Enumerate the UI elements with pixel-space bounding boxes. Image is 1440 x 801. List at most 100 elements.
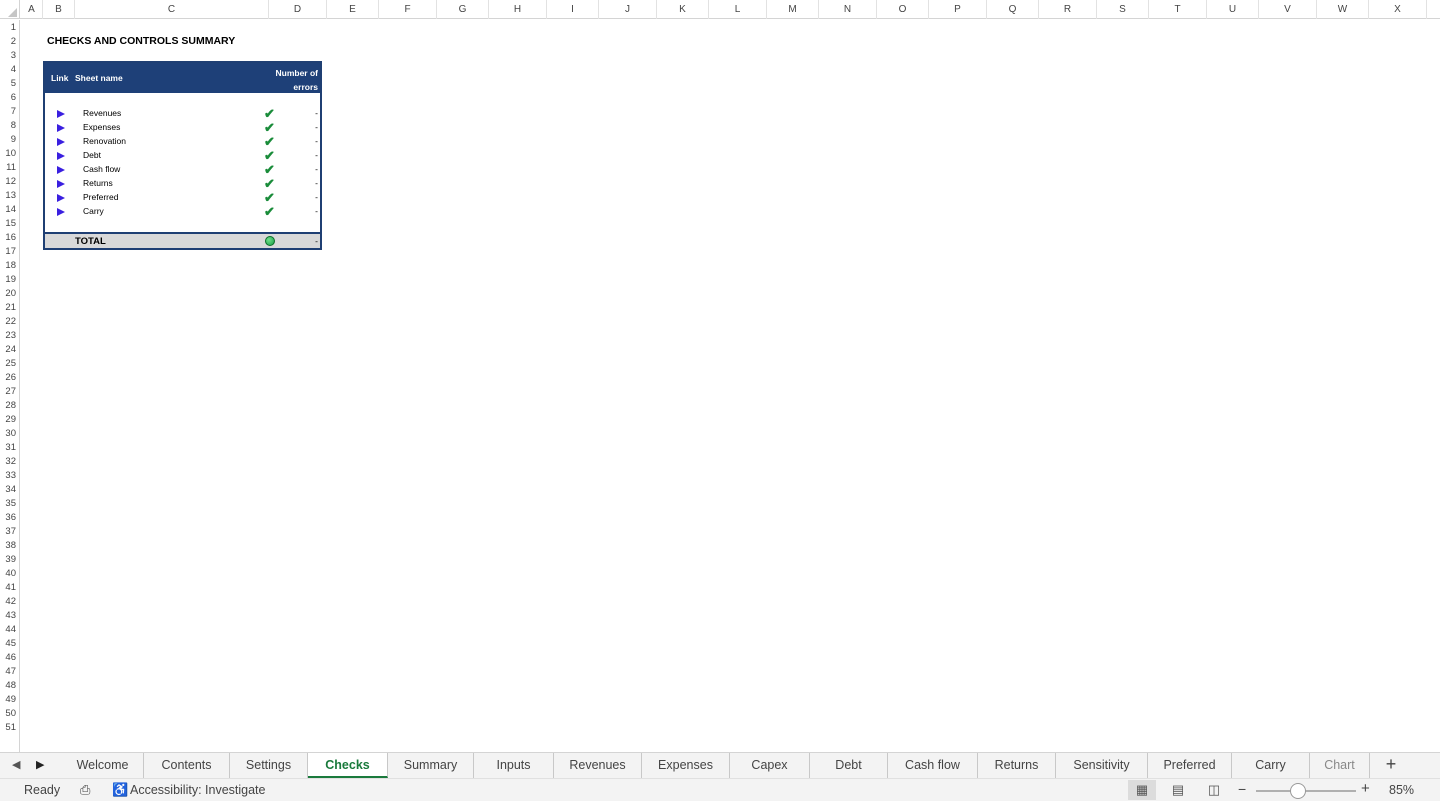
row-header-22[interactable]: 22 xyxy=(0,315,19,329)
row-header-17[interactable]: 17 xyxy=(0,245,19,259)
column-header-o[interactable]: O xyxy=(877,0,929,19)
row-header-1[interactable]: 1 xyxy=(0,21,19,35)
row-header-43[interactable]: 43 xyxy=(0,609,19,623)
row-header-23[interactable]: 23 xyxy=(0,329,19,343)
row-header-13[interactable]: 13 xyxy=(0,189,19,203)
row-header-45[interactable]: 45 xyxy=(0,637,19,651)
row-header-38[interactable]: 38 xyxy=(0,539,19,553)
tab-welcome[interactable]: Welcome xyxy=(62,753,144,778)
column-header-a[interactable]: A xyxy=(21,0,43,19)
tab-preferred[interactable]: Preferred xyxy=(1148,753,1232,778)
row-header-5[interactable]: 5 xyxy=(0,77,19,91)
row-header-18[interactable]: 18 xyxy=(0,259,19,273)
scroll-left-icon[interactable]: ◀ xyxy=(12,758,20,771)
zoom-slider-thumb[interactable] xyxy=(1290,783,1306,799)
row-header-6[interactable]: 6 xyxy=(0,91,19,105)
column-header-b[interactable]: B xyxy=(43,0,75,19)
column-header-i[interactable]: I xyxy=(547,0,599,19)
zoom-out-icon[interactable]: − xyxy=(1238,781,1246,797)
tab-revenues[interactable]: Revenues xyxy=(554,753,642,778)
column-header-q[interactable]: Q xyxy=(987,0,1039,19)
column-header-f[interactable]: F xyxy=(379,0,437,19)
column-header-n[interactable]: N xyxy=(819,0,877,19)
row-header-34[interactable]: 34 xyxy=(0,483,19,497)
column-header-r[interactable]: R xyxy=(1039,0,1097,19)
sheet-grid[interactable]: CHECKS AND CONTROLS SUMMARY Link Sheet n… xyxy=(21,20,1440,752)
column-header-v[interactable]: V xyxy=(1259,0,1317,19)
row-header-30[interactable]: 30 xyxy=(0,427,19,441)
row-header-3[interactable]: 3 xyxy=(0,49,19,63)
row-header-33[interactable]: 33 xyxy=(0,469,19,483)
row-header-51[interactable]: 51 xyxy=(0,721,19,735)
row-header-12[interactable]: 12 xyxy=(0,175,19,189)
tab-inputs[interactable]: Inputs xyxy=(474,753,554,778)
row-header-20[interactable]: 20 xyxy=(0,287,19,301)
row-header-15[interactable]: 15 xyxy=(0,217,19,231)
tab-contents[interactable]: Contents xyxy=(144,753,230,778)
row-header-10[interactable]: 10 xyxy=(0,147,19,161)
tab-capex[interactable]: Capex xyxy=(730,753,810,778)
add-sheet-icon[interactable]: + xyxy=(1381,754,1401,775)
column-header-p[interactable]: P xyxy=(929,0,987,19)
column-header-k[interactable]: K xyxy=(657,0,709,19)
row-header-35[interactable]: 35 xyxy=(0,497,19,511)
column-header-m[interactable]: M xyxy=(767,0,819,19)
column-header-c[interactable]: C xyxy=(75,0,269,19)
link-arrow-icon[interactable] xyxy=(57,166,65,174)
tab-sensitivity[interactable]: Sensitivity xyxy=(1056,753,1148,778)
accessibility-status[interactable]: Accessibility: Investigate xyxy=(130,783,265,797)
row-header-48[interactable]: 48 xyxy=(0,679,19,693)
column-header-e[interactable]: E xyxy=(327,0,379,19)
row-header-27[interactable]: 27 xyxy=(0,385,19,399)
row-header-40[interactable]: 40 xyxy=(0,567,19,581)
row-header-41[interactable]: 41 xyxy=(0,581,19,595)
row-header-16[interactable]: 16 xyxy=(0,231,19,245)
column-header-u[interactable]: U xyxy=(1207,0,1259,19)
tab-debt[interactable]: Debt xyxy=(810,753,888,778)
select-all-corner[interactable] xyxy=(0,0,20,19)
column-header-g[interactable]: G xyxy=(437,0,489,19)
row-header-19[interactable]: 19 xyxy=(0,273,19,287)
column-header-s[interactable]: S xyxy=(1097,0,1149,19)
row-header-39[interactable]: 39 xyxy=(0,553,19,567)
column-header-w[interactable]: W xyxy=(1317,0,1369,19)
column-header-d[interactable]: D xyxy=(269,0,327,19)
link-arrow-icon[interactable] xyxy=(57,194,65,202)
page-break-view-icon[interactable]: ◫ xyxy=(1200,780,1228,800)
row-header-49[interactable]: 49 xyxy=(0,693,19,707)
row-header-47[interactable]: 47 xyxy=(0,665,19,679)
normal-view-icon[interactable]: ▦ xyxy=(1128,780,1156,800)
row-header-21[interactable]: 21 xyxy=(0,301,19,315)
tab-carry[interactable]: Carry xyxy=(1232,753,1310,778)
zoom-slider-track[interactable] xyxy=(1256,790,1356,792)
tab-cash-flow[interactable]: Cash flow xyxy=(888,753,978,778)
row-header-24[interactable]: 24 xyxy=(0,343,19,357)
row-header-29[interactable]: 29 xyxy=(0,413,19,427)
row-header-4[interactable]: 4 xyxy=(0,63,19,77)
row-header-32[interactable]: 32 xyxy=(0,455,19,469)
row-header-50[interactable]: 50 xyxy=(0,707,19,721)
row-header-28[interactable]: 28 xyxy=(0,399,19,413)
row-header-11[interactable]: 11 xyxy=(0,161,19,175)
tab-summary[interactable]: Summary xyxy=(388,753,474,778)
link-arrow-icon[interactable] xyxy=(57,124,65,132)
row-header-9[interactable]: 9 xyxy=(0,133,19,147)
row-header-2[interactable]: 2 xyxy=(0,35,19,49)
column-header-l[interactable]: L xyxy=(709,0,767,19)
link-arrow-icon[interactable] xyxy=(57,110,65,118)
column-header-x[interactable]: X xyxy=(1369,0,1427,19)
row-header-37[interactable]: 37 xyxy=(0,525,19,539)
row-header-31[interactable]: 31 xyxy=(0,441,19,455)
row-header-7[interactable]: 7 xyxy=(0,105,19,119)
row-header-42[interactable]: 42 xyxy=(0,595,19,609)
tab-settings[interactable]: Settings xyxy=(230,753,308,778)
tab-checks[interactable]: Checks xyxy=(308,753,388,778)
column-header-h[interactable]: H xyxy=(489,0,547,19)
tab-returns[interactable]: Returns xyxy=(978,753,1056,778)
link-arrow-icon[interactable] xyxy=(57,152,65,160)
accessibility-icon[interactable]: ♿ xyxy=(112,782,128,798)
link-arrow-icon[interactable] xyxy=(57,180,65,188)
zoom-in-icon[interactable]: + xyxy=(1361,780,1370,797)
macro-recording-icon[interactable]: ⎙ xyxy=(80,782,90,798)
zoom-level[interactable]: 85% xyxy=(1389,783,1414,797)
